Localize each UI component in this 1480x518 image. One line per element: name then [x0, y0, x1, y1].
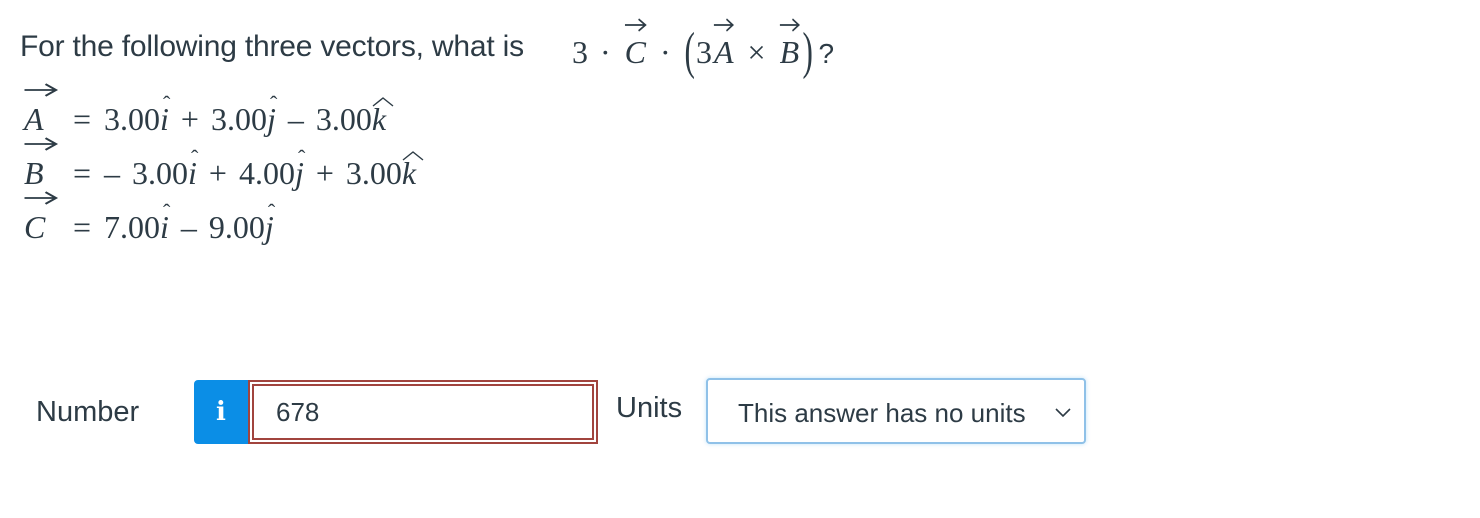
vector-definitions: A = 3.00 ˆ i +3.00 ˆ j –3.00 k B = –3.00 ˆ i +4.00 ˆ j +3.…	[20, 83, 1440, 246]
vector-components: 3.00 ˆ i +3.00 ˆ j –3.00 k	[104, 91, 394, 138]
expr-vector-c: C	[623, 18, 648, 68]
equals-sign: =	[72, 209, 92, 245]
vector-components: 7.00 ˆ i –9.00 ˆ j	[104, 199, 276, 246]
unit-vector-k: k	[402, 151, 424, 192]
expr-close-paren: )	[802, 23, 813, 80]
term-coefficient: 7.00	[104, 209, 160, 245]
hat-icon: ˆ	[163, 91, 171, 116]
units-select[interactable]: This answer has no units	[706, 378, 1086, 444]
vector-row-a: A = 3.00 ˆ i +3.00 ˆ j –3.00 k	[20, 83, 1440, 138]
expr-inner-scalar: 3	[695, 34, 712, 70]
unit-vector-i: ˆi	[188, 145, 199, 191]
prompt-expression: 3 · C · ( 3 A × B ) ?	[572, 18, 835, 80]
number-input-inner-border	[252, 384, 594, 440]
number-input-frame	[248, 380, 598, 444]
chevron-down-icon	[1055, 408, 1071, 418]
term-sign: +	[180, 101, 199, 137]
units-label: Units	[616, 392, 683, 424]
info-glyph: i	[216, 397, 226, 427]
hat-icon: ˆ	[267, 199, 276, 224]
number-label: Number	[36, 396, 140, 428]
vector-name: C	[22, 191, 60, 246]
vector-arrow-icon	[624, 18, 647, 32]
term-coefficient: 3.00	[210, 101, 267, 137]
hat-icon	[372, 87, 394, 107]
equals-sign: =	[72, 155, 92, 191]
term-coefficient: 4.00	[238, 155, 295, 191]
expr-scalar: 3	[572, 34, 588, 70]
hat-icon: ˆ	[297, 145, 306, 170]
prompt-text: For the following three vectors, what is	[20, 30, 524, 63]
hat-icon: ˆ	[191, 145, 199, 170]
hat-icon: ˆ	[163, 199, 171, 224]
vector-row-b: B = –3.00 ˆ i +4.00 ˆ j +3.00 k	[20, 137, 1440, 192]
term-sign: –	[287, 101, 304, 137]
unit-vector-j: ˆj	[294, 145, 306, 191]
unit-vector-i: ˆi	[160, 199, 171, 245]
question: For the following three vectors, what is…	[20, 18, 1440, 246]
unit-vector-k: k	[372, 97, 394, 138]
unit-vector-j: ˆj	[266, 91, 278, 137]
term-coefficient: 3.00	[132, 155, 188, 191]
unit-vector-i: ˆi	[160, 91, 171, 137]
vector-row-c: C = 7.00 ˆ i –9.00 ˆ j	[20, 191, 1440, 246]
vector-components: –3.00 ˆ i +4.00 ˆ j +3.00 k	[104, 145, 424, 192]
vector-name: B	[22, 137, 60, 192]
units-selected-value: This answer has no units	[738, 398, 1026, 428]
hat-icon: ˆ	[269, 91, 278, 116]
vector-arrow-icon	[23, 137, 59, 151]
expr-question-mark: ?	[818, 38, 835, 69]
vector-name: A	[22, 83, 60, 138]
expr-vector-b: B	[778, 18, 802, 68]
term-coefficient: 9.00	[208, 209, 265, 245]
term-coefficient: 3.00	[315, 101, 372, 137]
term-sign: –	[104, 155, 120, 191]
term-coefficient: 3.00	[104, 101, 160, 137]
hat-icon	[402, 141, 424, 161]
equals-sign: =	[72, 101, 92, 137]
vector-arrow-icon	[23, 191, 59, 205]
expr-open-paren: (	[684, 23, 695, 80]
term-coefficient: 3.00	[345, 155, 402, 191]
expr-dot-2: ·	[660, 34, 671, 70]
unit-vector-j: ˆj	[264, 199, 276, 245]
term-sign: +	[208, 155, 227, 191]
number-input[interactable]	[254, 386, 592, 438]
question-prompt: For the following three vectors, what is…	[20, 18, 1440, 84]
vector-arrow-icon	[713, 18, 735, 32]
term-sign: +	[315, 155, 334, 191]
vector-arrow-icon	[779, 18, 801, 32]
vector-arrow-icon	[23, 83, 59, 97]
expr-dot: ·	[600, 34, 611, 70]
answer-row: Number i Units This answer has no units	[0, 378, 1480, 446]
term-sign: –	[180, 209, 197, 245]
expr-vector-a: A	[712, 18, 736, 68]
info-icon[interactable]: i	[194, 380, 248, 444]
expr-cross: ×	[747, 34, 766, 70]
